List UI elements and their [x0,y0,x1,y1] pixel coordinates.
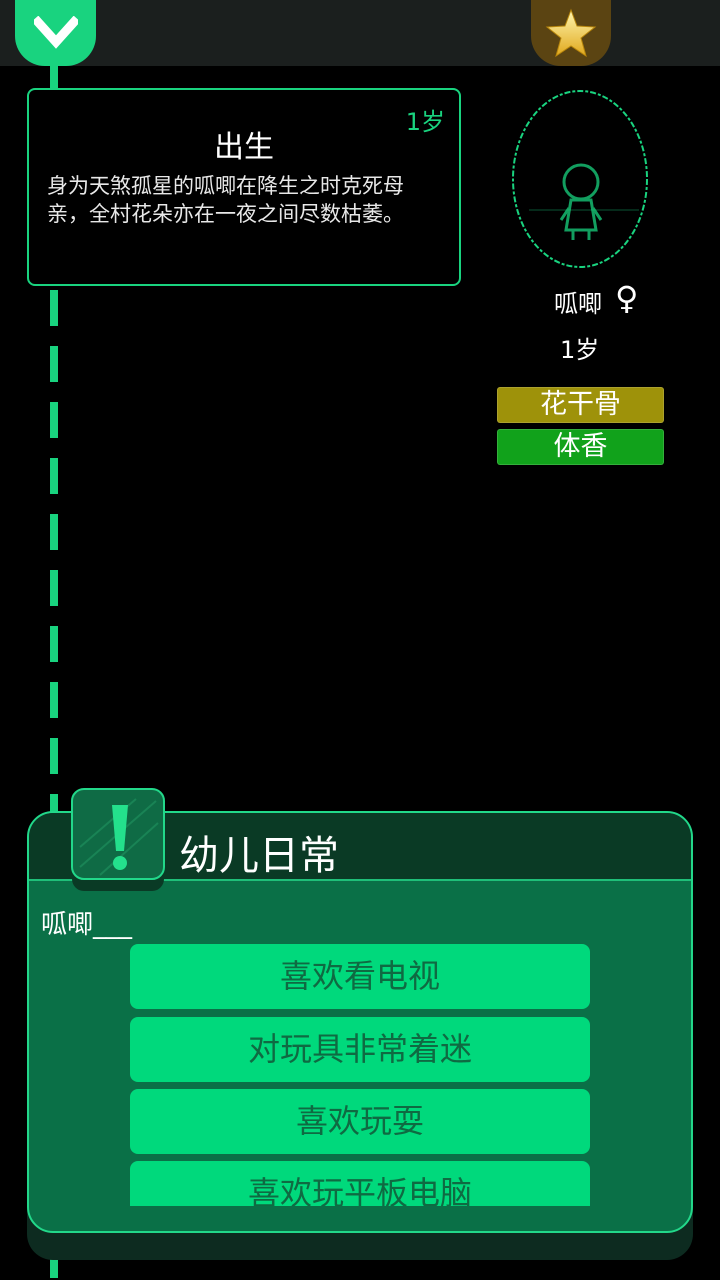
trait-tag[interactable]: 体香 [497,429,664,465]
option-button[interactable]: 喜欢看电视 [130,944,590,1009]
character-name: 呱唧 [554,290,602,318]
achievement-button[interactable] [531,0,611,66]
chevron-down-icon [33,16,78,49]
trait-tag[interactable]: 花干骨 [497,387,664,423]
character-age: 1岁 [560,336,600,364]
female-icon: ♀ [615,279,639,317]
event-title: 出生 [214,130,274,165]
top-bar [0,0,720,66]
star-icon [545,8,597,58]
option-button[interactable]: 对玩具非常着迷 [130,1017,590,1082]
option-button[interactable]: 喜欢玩耍 [130,1089,590,1154]
exclamation-icon [71,788,165,891]
option-list[interactable]: 喜欢看电视 对玩具非常着迷 喜欢玩耍 喜欢玩平板电脑 [130,944,590,1206]
choice-prompt: 呱唧___ [41,910,133,940]
option-button[interactable]: 喜欢玩平板电脑 [130,1161,590,1206]
event-description: 身为天煞孤星的呱唧在降生之时克死母亲，全村花朵亦在一夜之间尽数枯萎。 [47,174,404,226]
event-card: 1岁 出生 身为天煞孤星的呱唧在降生之时克死母亲，全村花朵亦在一夜之间尽数枯萎。 [27,88,461,286]
character-portrait[interactable] [509,88,651,270]
choice-panel-title: 幼儿日常 [179,833,339,879]
collapse-button[interactable] [15,0,96,66]
